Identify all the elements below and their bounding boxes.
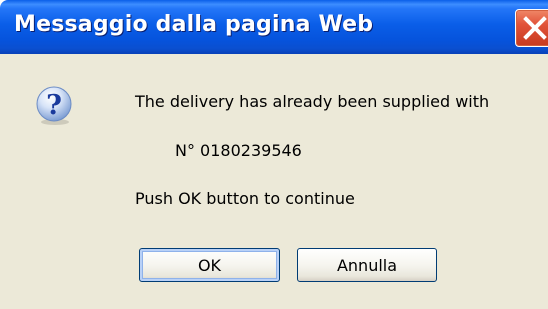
dialog-title: Messaggio dalla pagina Web: [14, 12, 374, 37]
cancel-button[interactable]: Annulla: [297, 248, 437, 282]
message-dialog: Messaggio dalla pagina Web ? The deliver…: [0, 0, 548, 309]
ok-button[interactable]: OK: [139, 248, 280, 282]
close-button[interactable]: [515, 9, 548, 47]
message-line-1: The delivery has already been supplied w…: [135, 92, 490, 111]
close-icon: [523, 16, 547, 40]
message-line-3: Push OK button to continue: [135, 189, 355, 208]
svg-text:?: ?: [46, 90, 62, 121]
question-icon: ?: [36, 86, 72, 125]
dialog-titlebar[interactable]: Messaggio dalla pagina Web: [0, 0, 548, 54]
message-line-2: N° 0180239546: [175, 141, 302, 160]
